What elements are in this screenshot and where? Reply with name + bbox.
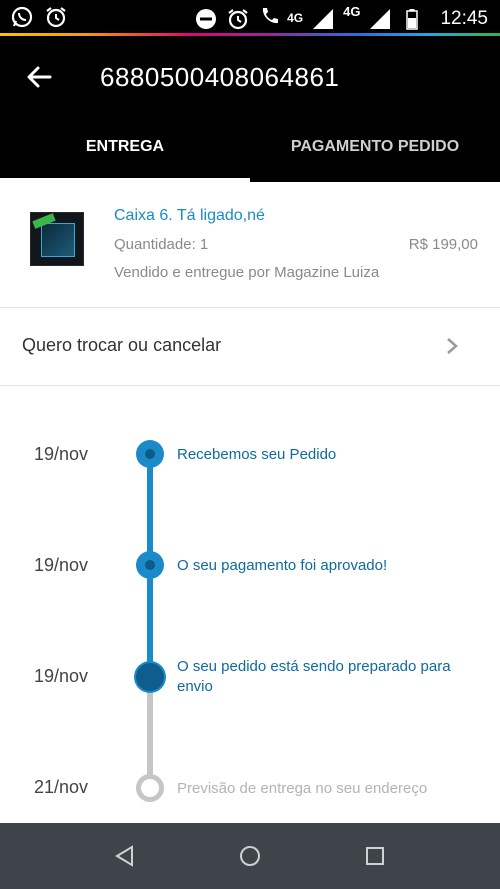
tab-pagamento-pedido[interactable]: PAGAMENTO PEDIDO: [250, 138, 500, 182]
product-card: Caixa 6. Tá ligado,né Quantidade: 1 R$ 1…: [0, 182, 500, 308]
wifi-call-icon: [262, 8, 279, 24]
status-bar: 4G 4G 12:45: [0, 0, 500, 36]
recents-nav-icon[interactable]: [362, 843, 388, 869]
timeline-date: 21/nov: [34, 777, 89, 797]
tab-label: ENTREGA: [85, 138, 165, 155]
timeline-label: O seu pagamento foi aprovado!: [177, 557, 388, 574]
battery-icon: [406, 8, 419, 30]
timeline-date: 19/nov: [34, 666, 89, 686]
timeline-step-current-icon: [136, 663, 164, 691]
arrow-left-icon[interactable]: [24, 62, 54, 92]
timeline-label: O seu pedido está sendo preparado para e…: [177, 658, 451, 695]
exchange-or-cancel-label: Quero trocar ou cancelar: [22, 335, 222, 355]
timeline-step-pending-icon: [136, 774, 164, 802]
timeline-label: Previsão de entrega no seu endereço: [177, 780, 428, 797]
exchange-or-cancel-row[interactable]: Quero trocar ou cancelar: [0, 308, 500, 386]
home-nav-icon[interactable]: [237, 843, 263, 869]
tab-label: PAGAMENTO PEDIDO: [290, 138, 460, 155]
timeline-pending-line: [147, 677, 153, 788]
product-price: R$ 199,00: [408, 236, 478, 253]
product-image[interactable]: [30, 212, 84, 266]
alarm-icon: [228, 8, 248, 29]
app-bar: 6880500408064861 ENTREGA PAGAMENTO PEDID…: [0, 36, 500, 182]
alarm-icon: [46, 7, 66, 28]
product-quantity: Quantidade: 1: [114, 236, 209, 253]
system-nav-bar: [0, 823, 500, 889]
do-not-disturb-icon: [196, 8, 217, 29]
chevron-right-icon: [447, 338, 458, 354]
network-type: 4G: [343, 4, 361, 19]
delivery-timeline: 19/nov Recebemos seu Pedido 19/nov O seu…: [0, 387, 500, 823]
timeline-date: 19/nov: [34, 555, 89, 575]
product-box-graphic: [41, 223, 75, 257]
product-name[interactable]: Caixa 6. Tá ligado,né: [114, 207, 265, 225]
order-number-title: 6880500408064861: [100, 62, 340, 92]
clock: 12:45: [440, 7, 488, 29]
timeline-label: Recebemos seu Pedido: [177, 446, 337, 463]
back-nav-icon[interactable]: [112, 843, 138, 869]
network-type: 4G: [287, 11, 304, 25]
timeline-step-done-icon: [136, 440, 164, 468]
timeline-step-done-icon: [136, 551, 164, 579]
signal-icon: [370, 8, 391, 29]
tab-entrega[interactable]: ENTREGA: [0, 138, 250, 182]
signal-icon: [313, 8, 334, 29]
timeline-date: 19/nov: [34, 444, 89, 464]
product-seller: Vendido e entregue por Magazine Luiza: [114, 264, 380, 281]
whatsapp-icon: [11, 6, 33, 28]
